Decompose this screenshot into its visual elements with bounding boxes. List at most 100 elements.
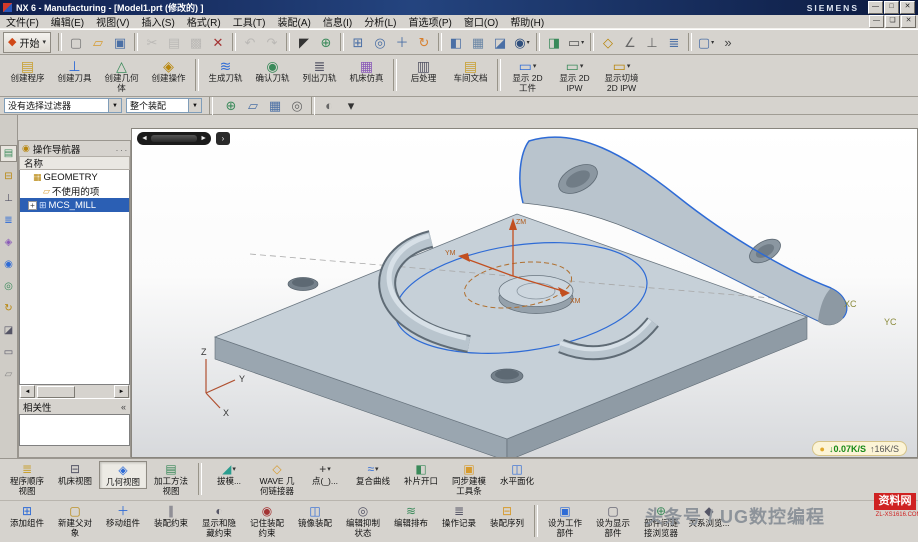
orient-view-icon[interactable]: ◉▾ [511, 32, 533, 53]
menu-information[interactable]: 信息(I) [317, 14, 358, 29]
window-menu-icon[interactable]: ▢▾ [695, 32, 717, 53]
level-face-button[interactable]: ◫ 水平面化 [493, 461, 541, 487]
tree-expand-icon[interactable] [32, 187, 41, 196]
assembly-constraints-button[interactable]: ∥ 装配约束 [147, 503, 195, 529]
measure-icon[interactable]: ∠ [619, 32, 641, 53]
menu-tools[interactable]: 工具(T) [227, 14, 272, 29]
history-icon[interactable]: ↻ [1, 301, 16, 316]
edit-suppression-button[interactable]: ◎ 编辑抑制 状态 [339, 503, 387, 538]
menu-format[interactable]: 格式(R) [181, 14, 227, 29]
tree-item-unused[interactable]: ▱ 不使用的项 [20, 184, 129, 198]
combo-arrow-icon[interactable]: ▼ [108, 99, 121, 112]
graphics-window[interactable]: ZM XM YM XC YC [131, 128, 918, 458]
mirror-assembly-button[interactable]: ◫ 镜像装配 [291, 503, 339, 529]
delete-icon[interactable]: ✕ [207, 32, 229, 53]
show-2d-workpiece-button[interactable]: ▭▾ 显示 2D 工件 [504, 57, 551, 93]
studio-view-icon[interactable]: ◪ [489, 32, 511, 53]
dependencies-header[interactable]: 相关性 « [19, 398, 130, 414]
patch-opening-button[interactable]: ◧ 补片开口 [397, 461, 445, 487]
scroll-left-icon[interactable]: ◄ [20, 385, 35, 398]
program-order-view-button[interactable]: ≣ 程序顺序 视图 [3, 461, 51, 496]
synchronous-modeling-button[interactable]: ▣ 同步建模 工具条 [445, 461, 493, 496]
close-button[interactable]: ✕ [900, 1, 915, 14]
point-button[interactable]: +▾ 点(_)... [301, 461, 349, 487]
show-facet-2d-ipw-button[interactable]: ▭▾ 显示切境 2D IPW [598, 57, 645, 93]
navigator-menu-dots[interactable]: . . . [116, 144, 127, 153]
open-icon[interactable]: ▱ [87, 32, 109, 53]
plane-select-icon[interactable]: ▱ [242, 95, 264, 116]
mdi-minimize-button[interactable]: — [869, 15, 884, 28]
move-object-icon[interactable]: ◇ [597, 32, 619, 53]
shaded-view-icon[interactable]: ◧ [445, 32, 467, 53]
menu-file[interactable]: 文件(F) [0, 14, 45, 29]
operation-record-button[interactable]: ≣ 操作记录 [435, 503, 483, 529]
selection-options-arrow[interactable]: ▾ [340, 95, 362, 116]
cut-icon[interactable]: ✂ [141, 32, 163, 53]
selection-cursor-icon[interactable]: ◤ [293, 32, 315, 53]
web-browser-icon[interactable]: ◎ [1, 279, 16, 294]
add-component-button[interactable]: ⊞ 添加组件 [3, 503, 51, 529]
start-button[interactable]: ◆ 开始 ▾ [3, 32, 51, 53]
new-parent-button[interactable]: ▢ 新建父对 象 [51, 503, 99, 538]
rotate-view-icon[interactable]: ↻ [413, 32, 435, 53]
maximize-button[interactable]: □ [884, 1, 899, 14]
menu-assemblies[interactable]: 装配(A) [271, 14, 316, 29]
mdi-restore-button[interactable]: ❏ [885, 15, 900, 28]
menu-window[interactable]: 窗口(O) [458, 14, 504, 29]
menu-help[interactable]: 帮助(H) [504, 14, 550, 29]
verify-toolpath-button[interactable]: ◉ 确认刀轨 [249, 57, 296, 84]
highlight-icon[interactable]: ◐ [318, 95, 340, 116]
display-mode-icon[interactable]: ▭▾ [565, 32, 587, 53]
wave-geometry-linker-button[interactable]: ◇ WAVE 几 何链接器 [253, 461, 301, 496]
edit-arrangement-button[interactable]: ≋ 编辑排布 [387, 503, 435, 529]
fit-view-icon[interactable]: ⊞ [347, 32, 369, 53]
constraint-icon[interactable]: ⊥ [641, 32, 663, 53]
navigator-h-scrollbar[interactable]: ◄ ► [19, 385, 130, 398]
menu-insert[interactable]: 插入(S) [135, 14, 180, 29]
selection-filter-combo[interactable]: 没有选择过滤器 ▼ [4, 98, 122, 113]
tab-right-arrow-icon[interactable]: ► [200, 135, 207, 142]
machining-method-view-button[interactable]: ▤ 加工方法 视图 [147, 461, 195, 496]
move-component-button[interactable]: ＋ 移动组件 [99, 503, 147, 529]
pan-icon[interactable]: ＋ [391, 32, 413, 53]
tab-more-icon[interactable]: › [216, 132, 230, 145]
menu-edit[interactable]: 编辑(E) [45, 14, 90, 29]
tree-item-geometry[interactable]: ▦ GEOMETRY [20, 170, 129, 184]
show-2d-ipw-button[interactable]: ▭▾ 显示 2D IPW [551, 57, 598, 93]
hd3d-tool-icon[interactable]: ◉ [1, 257, 16, 272]
make-displayed-part-button[interactable]: ▢ 设为显示 部件 [589, 503, 637, 538]
composite-curve-button[interactable]: ≈▾ 复合曲线 [349, 461, 397, 487]
create-geometry-button[interactable]: △ 创建几何 体 [98, 57, 145, 93]
create-tool-button[interactable]: ⊥ 创建刀具 [51, 57, 98, 84]
tab-grip[interactable] [151, 135, 197, 142]
menu-preferences[interactable]: 首选项(P) [403, 14, 458, 29]
menu-view[interactable]: 视图(V) [90, 14, 135, 29]
face-rule-icon[interactable]: ▦ [264, 95, 286, 116]
operation-navigator-icon[interactable]: ▤ [0, 145, 17, 162]
list-toolpath-button[interactable]: ≣ 列出刀轨 [296, 57, 343, 84]
tab-left-arrow-icon[interactable]: ◄ [141, 135, 148, 142]
generate-toolpath-button[interactable]: ≋ 生成刀轨 [202, 57, 249, 84]
constraint-navigator-icon[interactable]: ⊥ [1, 191, 16, 206]
machine-simulation-button[interactable]: ▦ 机床仿真 [343, 57, 390, 84]
tree-expand-icon[interactable] [22, 173, 31, 182]
show-hide-constraints-button[interactable]: ◐ 显示和隐 藏约束 [195, 503, 243, 538]
draft-button[interactable]: ◢▾ 拔模... [205, 461, 253, 487]
face-analysis-icon[interactable]: ◨ [543, 32, 565, 53]
process-studio-icon[interactable]: ◪ [1, 323, 16, 338]
system-materials-icon[interactable]: ▱ [1, 367, 16, 382]
toolbar-overflow-icon[interactable]: » [717, 32, 739, 53]
dependencies-collapse-icon[interactable]: « [121, 402, 126, 412]
selection-scope-combo[interactable]: 整个装配 ▼ [126, 98, 202, 113]
menu-analysis[interactable]: 分析(L) [358, 14, 402, 29]
save-icon[interactable]: ▣ [109, 32, 131, 53]
combo-arrow-icon[interactable]: ▼ [188, 99, 201, 112]
assembly-navigator-icon[interactable]: ⊟ [1, 169, 16, 184]
redo-icon[interactable]: ↷ [261, 32, 283, 53]
machine-tool-view-button[interactable]: ⊟ 机床视图 [51, 461, 99, 487]
roles-icon[interactable]: ▭ [1, 345, 16, 360]
magnify-icon[interactable]: ◎ [286, 95, 308, 116]
create-operation-button[interactable]: ◈ 创建操作 [145, 57, 192, 84]
column-header-name[interactable]: 名称 [19, 156, 130, 170]
minimize-button[interactable]: — [868, 1, 883, 14]
